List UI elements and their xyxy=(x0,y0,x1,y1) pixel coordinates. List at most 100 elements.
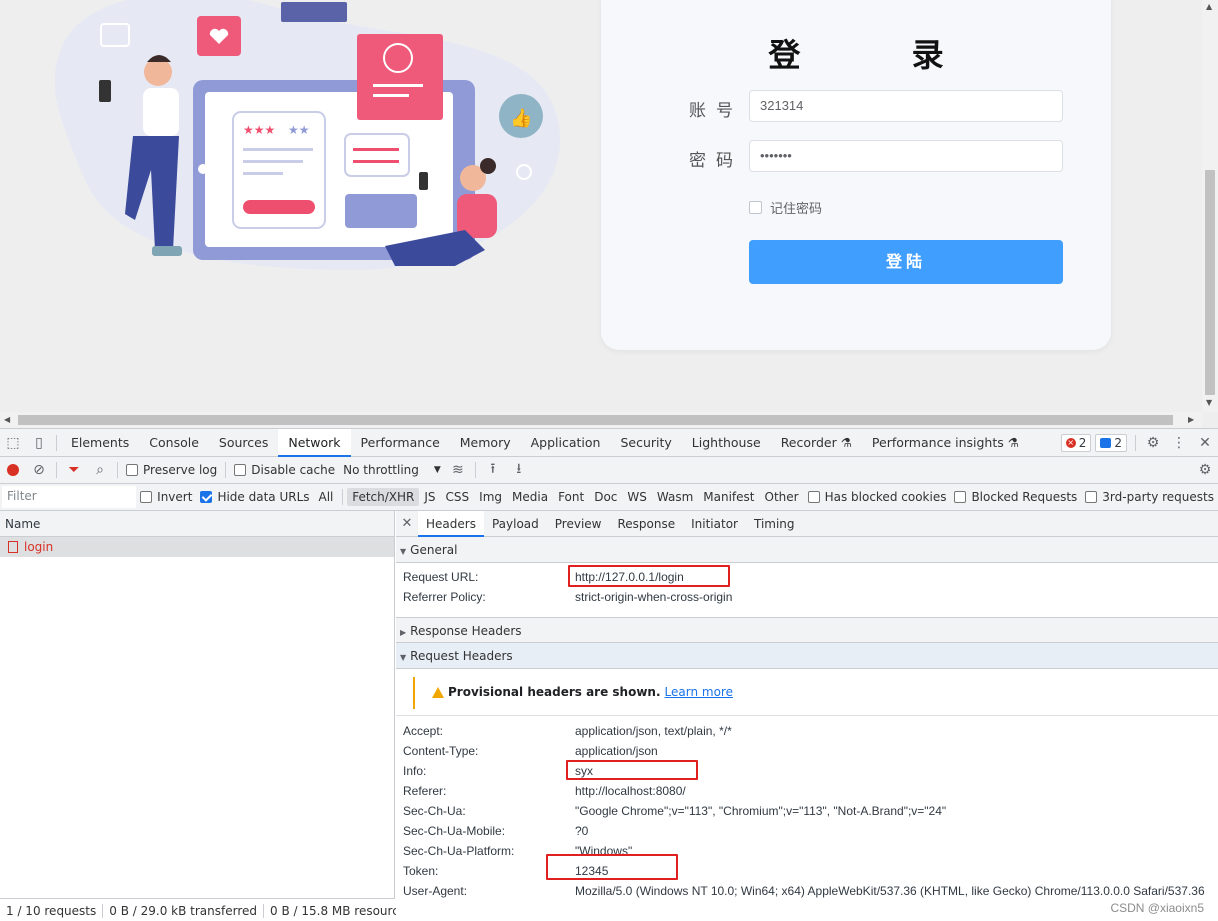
scroll-right-icon[interactable]: ▶ xyxy=(1188,415,1194,424)
tab-sources[interactable]: Sources xyxy=(209,429,278,457)
request-row[interactable]: login xyxy=(0,537,394,557)
horizontal-scroll-thumb[interactable] xyxy=(18,415,1173,425)
invert-toggle[interactable]: Invert xyxy=(136,490,196,504)
error-count-badge[interactable]: × 2 xyxy=(1060,433,1092,452)
highlight-box xyxy=(566,760,698,780)
third-party-label: 3rd-party requests xyxy=(1102,490,1214,504)
vertical-scroll-thumb[interactable] xyxy=(1205,170,1215,395)
referrer-policy-row: Referrer Policy: strict-origin-when-cros… xyxy=(396,587,1218,607)
close-devtools-icon[interactable]: ✕ xyxy=(1192,429,1218,457)
tab-response[interactable]: Response xyxy=(609,511,683,537)
account-input[interactable]: 321314 xyxy=(749,90,1063,122)
type-filter-wasm[interactable]: Wasm xyxy=(652,488,698,506)
message-count-badge[interactable]: 2 xyxy=(1095,433,1127,452)
collapse-triangle-icon: ▼ xyxy=(400,547,407,556)
export-har-icon[interactable]: ⭳ xyxy=(506,456,532,484)
type-filter-css[interactable]: CSS xyxy=(441,488,475,506)
type-filter-manifest[interactable]: Manifest xyxy=(698,488,759,506)
tab-headers[interactable]: Headers xyxy=(418,511,484,537)
third-party-checkbox[interactable] xyxy=(1085,491,1098,503)
preserve-log-checkbox[interactable] xyxy=(126,464,138,476)
request-headers-section-header[interactable]: ▼ Request Headers xyxy=(396,643,1218,669)
divider xyxy=(474,462,476,478)
search-icon[interactable]: ⌕ xyxy=(87,456,113,484)
warning-icon xyxy=(432,686,444,698)
request-headers-title: Request Headers xyxy=(410,649,513,663)
name-column-header[interactable]: Name xyxy=(0,511,394,537)
learn-more-link[interactable]: Learn more xyxy=(665,685,733,699)
tab-console[interactable]: Console xyxy=(139,429,209,457)
tab-initiator[interactable]: Initiator xyxy=(683,511,746,537)
hide-data-urls-checkbox[interactable] xyxy=(200,491,213,503)
device-toolbar-icon[interactable]: ▯ xyxy=(26,429,52,457)
flask-icon: ⚗ xyxy=(840,434,852,450)
network-settings-gear-icon[interactable]: ⚙ xyxy=(1192,456,1218,484)
scroll-down-icon[interactable]: ▼ xyxy=(1206,398,1212,407)
type-filter-other[interactable]: Other xyxy=(760,488,804,506)
invert-checkbox[interactable] xyxy=(140,491,153,503)
tab-timing[interactable]: Timing xyxy=(746,511,803,537)
header-value: application/json xyxy=(575,744,658,758)
horizontal-scrollbar[interactable]: ◀ ▶ xyxy=(0,412,1202,428)
response-headers-section-header[interactable]: ▶ Response Headers xyxy=(396,617,1218,643)
invert-label: Invert xyxy=(157,490,193,504)
disable-cache-toggle[interactable]: Disable cache xyxy=(230,463,339,477)
general-section-header[interactable]: ▼ General xyxy=(396,537,1218,563)
message-count: 2 xyxy=(1114,435,1122,450)
header-row-sec-ch-ua-mobile: Sec-Ch-Ua-Mobile: ?0 xyxy=(396,821,1218,841)
record-icon[interactable] xyxy=(0,456,26,484)
throttling-select[interactable]: No throttling ▼ xyxy=(339,463,445,477)
tab-memory[interactable]: Memory xyxy=(450,429,521,457)
close-details-icon[interactable]: ✕ xyxy=(396,516,418,531)
scroll-up-icon[interactable]: ▲ xyxy=(1206,2,1212,11)
header-key: Info: xyxy=(403,764,427,778)
divider xyxy=(56,434,57,451)
disable-cache-checkbox[interactable] xyxy=(234,464,247,476)
tab-application[interactable]: Application xyxy=(521,429,611,457)
settings-gear-icon[interactable]: ⚙ xyxy=(1140,429,1166,457)
type-filter-ws[interactable]: WS xyxy=(622,488,651,506)
filter-funnel-icon[interactable]: ⏷ xyxy=(61,456,87,484)
blocked-requests-checkbox[interactable] xyxy=(954,491,967,503)
divider xyxy=(342,489,344,505)
tab-security[interactable]: Security xyxy=(610,429,681,457)
remember-checkbox[interactable] xyxy=(749,201,762,214)
remember-password[interactable]: 记住密码 xyxy=(749,198,822,217)
type-filter-font[interactable]: Font xyxy=(553,488,589,506)
vertical-scrollbar[interactable]: ▲ ▼ xyxy=(1202,0,1218,412)
tab-network[interactable]: Network xyxy=(278,428,351,457)
tab-elements[interactable]: Elements xyxy=(61,429,139,457)
header-key: Referer: xyxy=(403,784,447,798)
type-filter-doc[interactable]: Doc xyxy=(589,488,622,506)
scroll-left-icon[interactable]: ◀ xyxy=(4,415,10,424)
inspect-element-icon[interactable]: ⬚ xyxy=(0,429,26,457)
blocked-requests-toggle[interactable]: Blocked Requests xyxy=(950,490,1081,504)
tab-payload[interactable]: Payload xyxy=(484,511,547,537)
preserve-log-toggle[interactable]: Preserve log xyxy=(122,463,221,477)
import-har-icon[interactable]: ⭱ xyxy=(480,456,506,484)
error-icon: × xyxy=(1065,437,1076,448)
request-name: login xyxy=(24,540,54,554)
blocked-cookies-checkbox[interactable] xyxy=(807,491,820,503)
disable-cache-label: Disable cache xyxy=(251,463,336,477)
tab-preview[interactable]: Preview xyxy=(547,511,610,537)
network-conditions-icon[interactable]: ≋ xyxy=(445,456,471,484)
tab-lighthouse[interactable]: Lighthouse xyxy=(682,429,771,457)
login-button[interactable]: 登陆 xyxy=(749,240,1063,284)
more-options-icon[interactable]: ⋮ xyxy=(1166,429,1192,457)
tab-performance[interactable]: Performance xyxy=(351,429,450,457)
third-party-toggle[interactable]: 3rd-party requests xyxy=(1081,490,1218,504)
login-illustration: ★★★ ★★ 👍 xyxy=(55,0,560,270)
tab-performance-insights[interactable]: Performance insights ⚗ xyxy=(862,429,1029,457)
type-filter-img[interactable]: Img xyxy=(474,488,507,506)
type-filter-media[interactable]: Media xyxy=(507,488,553,506)
hide-data-urls-toggle[interactable]: Hide data URLs xyxy=(196,490,313,504)
blocked-cookies-toggle[interactable]: Has blocked cookies xyxy=(804,490,951,504)
type-filter-js[interactable]: JS xyxy=(419,488,440,506)
filter-input[interactable]: Filter xyxy=(2,486,137,508)
clear-icon[interactable]: ⊘ xyxy=(26,456,52,484)
tab-recorder[interactable]: Recorder ⚗ xyxy=(771,429,862,457)
type-filter-fetch-xhr[interactable]: Fetch/XHR xyxy=(347,488,420,506)
type-filter-all[interactable]: All xyxy=(314,488,339,506)
password-input[interactable]: ••••••• xyxy=(749,140,1063,172)
